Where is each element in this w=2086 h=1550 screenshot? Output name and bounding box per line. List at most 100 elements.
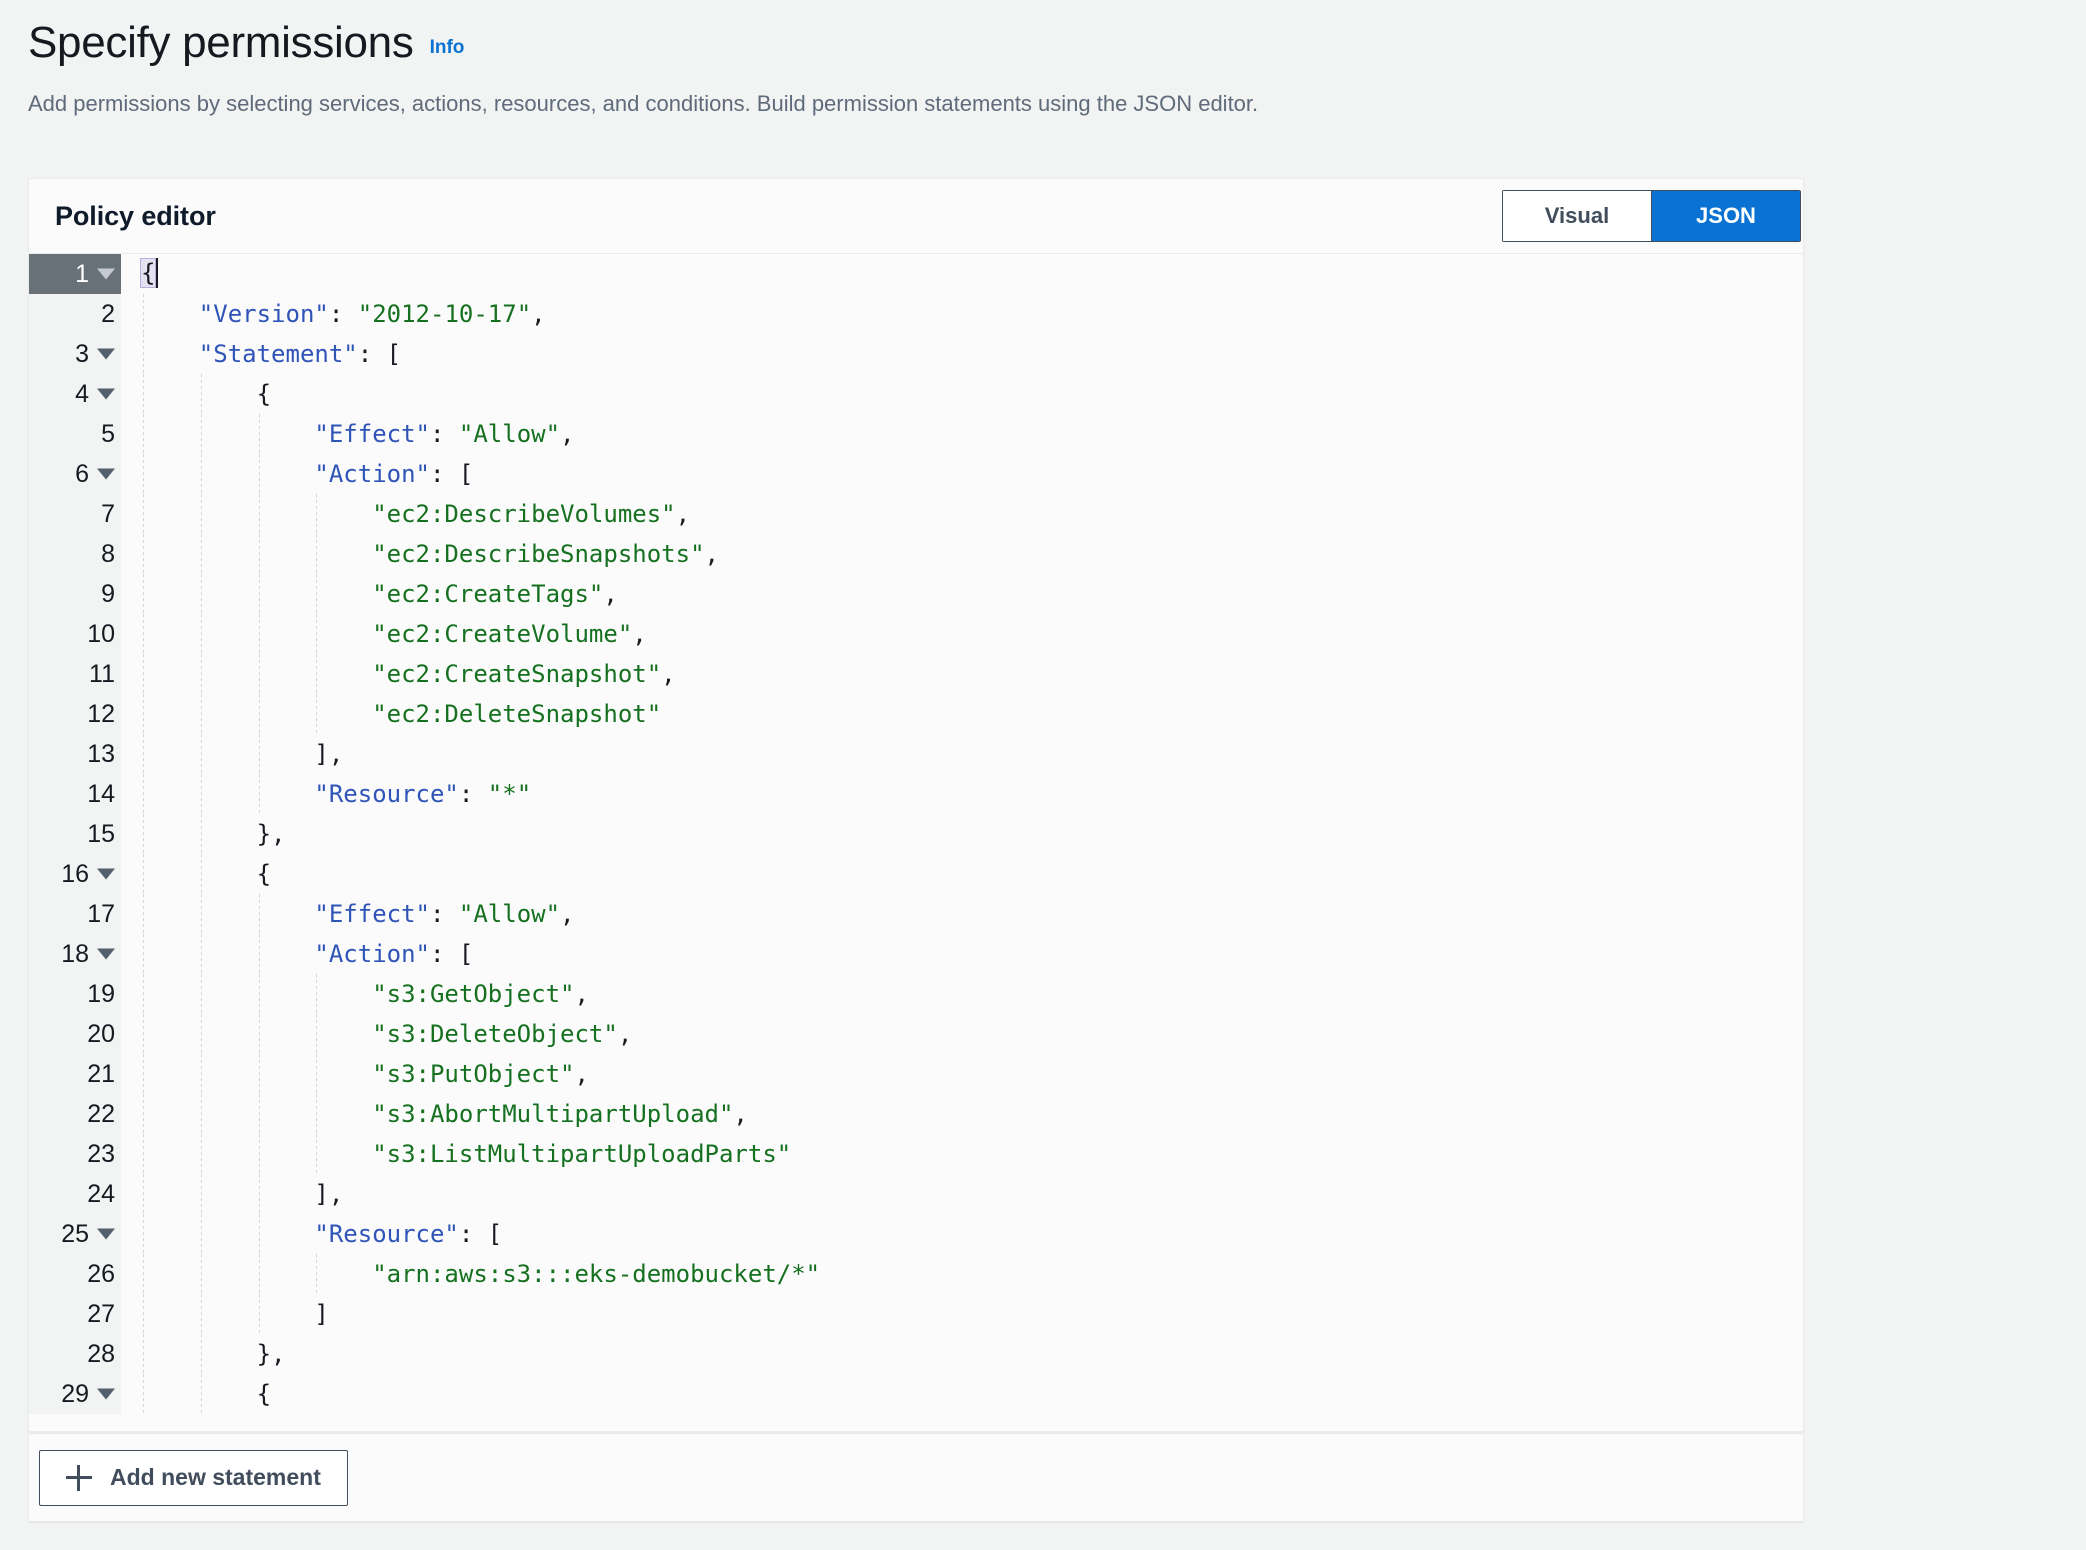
code-line[interactable]: 27]: [29, 1294, 1803, 1334]
code-line-text: "ec2:DescribeVolumes",: [121, 494, 1803, 534]
indent-guide: [316, 534, 318, 574]
fold-toggle-icon[interactable]: [97, 948, 115, 960]
token-str: "ec2:CreateVolume": [372, 620, 633, 648]
page-title: Specify permissions: [28, 18, 414, 67]
code-line[interactable]: 10 "ec2:CreateVolume",: [29, 614, 1803, 654]
fold-toggle-icon[interactable]: [97, 348, 115, 360]
code-line[interactable]: 6 "Action": [: [29, 454, 1803, 494]
code-tokens: "Action": [: [141, 460, 473, 488]
code-tokens: ],: [141, 1180, 343, 1208]
code-line-text: "ec2:CreateVolume",: [121, 614, 1803, 654]
page-subtitle: Add permissions by selecting services, a…: [28, 90, 1259, 116]
line-number: 27: [87, 1299, 115, 1328]
fold-toggle-icon[interactable]: [97, 1388, 115, 1400]
json-code-editor[interactable]: 1{2 "Version": "2012-10-17", 3 "Statement":…: [29, 254, 1803, 1433]
info-link[interactable]: Info: [430, 37, 465, 59]
code-line[interactable]: 17 "Effect": "Allow",: [29, 894, 1803, 934]
tab-json[interactable]: JSON: [1652, 191, 1800, 241]
indent-guide: [258, 774, 260, 814]
line-number: 17: [87, 899, 115, 928]
code-line[interactable]: 4{: [29, 374, 1803, 414]
code-line[interactable]: 23 "s3:ListMultipartUploadParts": [29, 1134, 1803, 1174]
indent-guide: [200, 814, 202, 854]
line-number-gutter: 8: [29, 534, 121, 574]
code-line[interactable]: 8 "ec2:DescribeSnapshots",: [29, 534, 1803, 574]
code-lines-container[interactable]: 1{2 "Version": "2012-10-17", 3 "Statement":…: [29, 254, 1803, 1433]
token-str: "ec2:DescribeSnapshots": [372, 540, 705, 568]
token-str: "ec2:CreateTags": [372, 580, 604, 608]
code-line[interactable]: 26 "arn:aws:s3:::eks-demobucket/*": [29, 1254, 1803, 1294]
line-number-gutter: 2: [29, 294, 121, 334]
code-line-text: {: [121, 374, 1803, 414]
tab-visual[interactable]: Visual: [1503, 191, 1651, 241]
code-line[interactable]: 3 "Statement": [: [29, 334, 1803, 374]
indent-guide: [200, 1134, 202, 1174]
indent-guide: [258, 1294, 260, 1334]
fold-toggle-icon[interactable]: [97, 388, 115, 400]
code-line[interactable]: 28},: [29, 1334, 1803, 1374]
add-new-statement-button[interactable]: Add new statement: [39, 1449, 348, 1506]
code-line[interactable]: 7 "ec2:DescribeVolumes",: [29, 494, 1803, 534]
code-tokens: "ec2:CreateVolume",: [141, 620, 647, 648]
code-tokens: {: [139, 258, 159, 289]
code-line[interactable]: 11 "ec2:CreateSnapshot",: [29, 654, 1803, 694]
line-number: 23: [87, 1139, 115, 1168]
token-str: "s3:AbortMultipartUpload": [372, 1100, 734, 1128]
token-key: "Effect": [314, 420, 430, 448]
indent-guide: [258, 1174, 260, 1214]
code-line[interactable]: 5 "Effect": "Allow",: [29, 414, 1803, 454]
indent-guide: [143, 814, 144, 854]
line-number: 11: [89, 659, 115, 688]
token-punc: :: [328, 300, 358, 328]
code-line[interactable]: 24],: [29, 1174, 1803, 1214]
fold-toggle-icon[interactable]: [97, 1228, 115, 1240]
code-line[interactable]: 21 "s3:PutObject",: [29, 1054, 1803, 1094]
line-number: 24: [87, 1179, 115, 1208]
code-line-text: "ec2:DeleteSnapshot": [121, 694, 1803, 734]
line-number-gutter: 25: [29, 1214, 121, 1254]
fold-toggle-icon[interactable]: [97, 868, 115, 880]
indent-guide: [258, 614, 260, 654]
code-line[interactable]: 19 "s3:GetObject",: [29, 974, 1803, 1014]
code-line-text: "s3:DeleteObject",: [121, 1014, 1803, 1054]
line-number: 26: [87, 1259, 115, 1288]
token-punc: ,: [733, 1100, 748, 1128]
token-punc: ,: [704, 540, 719, 568]
code-line[interactable]: 13],: [29, 734, 1803, 774]
code-line-text: "Effect": "Allow",: [121, 414, 1803, 454]
fold-toggle-icon[interactable]: [97, 268, 115, 280]
indent-guide: [200, 734, 202, 774]
token-str: "*": [487, 780, 532, 808]
policy-editor-header: Policy editor Visual JSON: [29, 179, 1803, 253]
code-line[interactable]: 25 "Resource": [: [29, 1214, 1803, 1254]
code-line[interactable]: 22 "s3:AbortMultipartUpload",: [29, 1094, 1803, 1134]
token-punc: ,: [617, 1020, 633, 1048]
indent-guide: [258, 1014, 260, 1054]
indent-guide: [200, 1014, 202, 1054]
code-line[interactable]: 15},: [29, 814, 1803, 854]
code-line[interactable]: 16 {: [29, 854, 1803, 894]
code-line[interactable]: 1{: [29, 254, 1803, 294]
token-punc: ,: [574, 980, 589, 1008]
token-str: "s3:GetObject": [372, 980, 575, 1008]
title-row: Specify permissions Info: [28, 18, 2086, 69]
code-line[interactable]: 9 "ec2:CreateTags",: [29, 574, 1803, 614]
indent-guide: [143, 1214, 144, 1254]
line-number-gutter: 4: [29, 374, 121, 414]
code-line-text: "Action": [: [121, 934, 1803, 974]
indent-guide: [143, 1134, 144, 1174]
code-line[interactable]: 20 "s3:DeleteObject",: [29, 1014, 1803, 1054]
token-punc: },: [256, 820, 286, 848]
code-line[interactable]: 29 {: [29, 1374, 1803, 1414]
fold-toggle-icon[interactable]: [97, 468, 115, 480]
indent-guide: [258, 934, 260, 974]
code-tokens: "ec2:CreateTags",: [141, 580, 618, 608]
code-line[interactable]: 12 "ec2:DeleteSnapshot": [29, 694, 1803, 734]
indent-guide: [258, 1134, 260, 1174]
code-line[interactable]: 14 "Resource": "*": [29, 774, 1803, 814]
code-line[interactable]: 2 "Version": "2012-10-17",: [29, 294, 1803, 334]
code-tokens: "Statement": [: [141, 340, 401, 368]
code-line[interactable]: 18 "Action": [: [29, 934, 1803, 974]
editor-mode-toggle[interactable]: Visual JSON: [1502, 190, 1801, 242]
code-line-text: "ec2:CreateSnapshot",: [121, 654, 1803, 694]
